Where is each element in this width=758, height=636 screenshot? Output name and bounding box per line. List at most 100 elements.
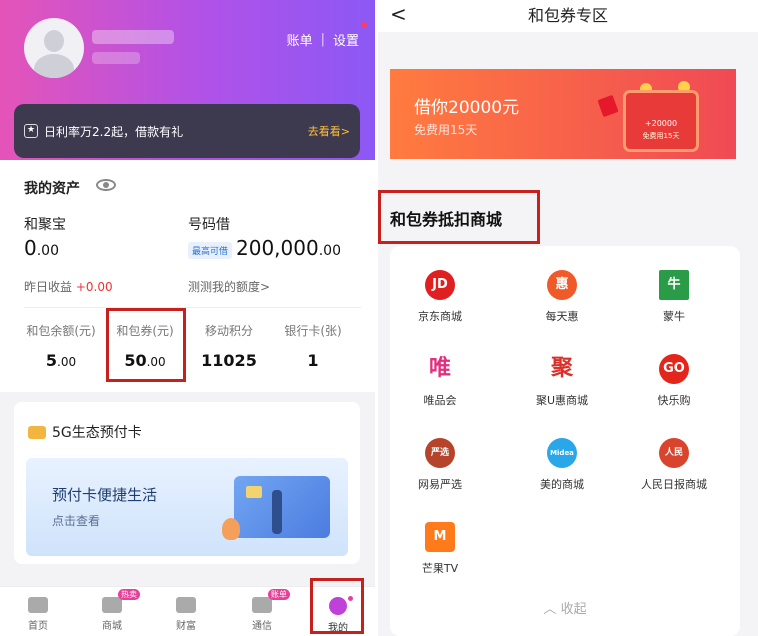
highlight-box — [106, 308, 186, 382]
mall-label: 网易严选 — [418, 478, 462, 491]
mall-label: 蒙牛 — [663, 310, 685, 323]
tab-label: 首页 — [28, 621, 48, 632]
assets-title: 我的资产 — [24, 181, 80, 197]
avatar[interactable] — [24, 18, 84, 78]
back-arrow-icon[interactable]: < — [390, 2, 407, 26]
mall-label: 唯品会 — [423, 394, 457, 407]
coupon-zone-screen: 和包券专区 < 借你20000元 免费用15天 +20000 免费用15天 和包… — [378, 0, 758, 636]
my-assets-card: 我的资产 和聚宝 0.00 昨日收益 +0.00 号码借 最高可借 200,00… — [0, 160, 375, 392]
kuailegou-icon: GO — [659, 354, 689, 384]
peoples-daily-icon: 人民 — [659, 438, 689, 468]
chevron-up-icon: ︿ — [543, 602, 557, 617]
mall-label: 人民日报商城 — [641, 478, 707, 491]
settings-link[interactable]: 设置 — [333, 30, 359, 49]
mall-label: 芒果TV — [421, 562, 459, 575]
tab-label: 财富 — [176, 621, 196, 632]
mall-item-peoples-daily[interactable]: 人民 人民日报商城 — [624, 438, 724, 492]
collapse-button[interactable]: ︿ 收起 — [390, 598, 740, 617]
prepaid-title: 5G生态预付卡 — [52, 425, 142, 441]
haomajie-value[interactable]: 200,000.00 — [236, 236, 341, 260]
tab-mall[interactable]: 热卖 商城 — [82, 587, 142, 632]
red-envelope-icon — [597, 94, 619, 118]
hejubao-label[interactable]: 和聚宝 — [24, 214, 66, 234]
nav-bar: 和包券专区 < — [378, 0, 758, 32]
prepaid-banner[interactable]: 预付卡便捷生活 点击查看 — [26, 458, 348, 556]
chest-amount: +20000 — [644, 119, 678, 128]
mengniu-icon: 牛 — [659, 270, 689, 300]
juuhui-icon: 聚 — [550, 356, 573, 381]
mall-item-jd[interactable]: JD 京东商城 — [390, 270, 490, 324]
mall-item-kuailegou[interactable]: GO 快乐购 — [624, 354, 724, 408]
blurred-username — [92, 30, 174, 44]
mall-grid: JD 京东商城 惠 每天惠 牛 蒙牛 唯 唯品会 聚 聚U惠商城 GO 快乐购 … — [390, 246, 740, 636]
shop-icon — [102, 597, 122, 613]
mall-item-juuhui[interactable]: 聚 聚U惠商城 — [512, 354, 612, 408]
stat-hebao-balance[interactable]: 和包余额(元) 5.00 — [18, 322, 104, 370]
highlight-box — [378, 190, 540, 244]
stat-bank-cards[interactable]: 银行卡(张) 1 — [270, 322, 356, 370]
eye-icon[interactable] — [96, 179, 116, 191]
banner-subtitle: 免费用15天 — [414, 123, 478, 137]
wallet-icon — [176, 597, 196, 613]
prepaid-banner-link[interactable]: 点击查看 — [52, 512, 100, 529]
mall-item-midea[interactable]: Midea 美的商城 — [512, 438, 612, 492]
page-title: 和包券专区 — [527, 6, 608, 25]
mall-item-mengniu[interactable]: 牛 蒙牛 — [624, 270, 724, 324]
header-links: 账单 | 设置 — [287, 30, 359, 49]
check-quota-link[interactable]: 测测我的额度> — [188, 278, 270, 295]
home-icon — [28, 597, 48, 613]
tab-telecom[interactable]: 账单 通信 — [232, 587, 292, 632]
mall-label: 每天惠 — [545, 310, 579, 323]
chest-subtitle: 免费用15天 — [642, 132, 680, 140]
signal-icon — [252, 597, 272, 613]
loan-promo-bar[interactable]: ★ 日利率万2.2起，借款有礼 去看看> — [14, 104, 360, 158]
vip-icon: 唯 — [428, 356, 451, 381]
bill-link[interactable]: 账单 — [287, 30, 313, 49]
mall-item-mgtv[interactable]: M 芒果TV — [390, 522, 490, 576]
mall-label: 京东商城 — [418, 310, 462, 323]
promo-link[interactable]: 去看看> — [308, 123, 350, 139]
mgtv-icon: M — [425, 522, 455, 552]
card-illustration — [234, 476, 330, 538]
stat-value: 11025 — [201, 351, 257, 370]
stat-value: 1 — [307, 351, 319, 370]
prepaid-banner-title: 预付卡便捷生活 — [52, 486, 158, 504]
tab-wealth[interactable]: 财富 — [156, 587, 216, 632]
jd-icon: JD — [425, 270, 455, 300]
plant-illustration — [222, 518, 240, 540]
mall-item-yanxuan[interactable]: 严选 网易严选 — [390, 438, 490, 492]
my-account-screen: 账单 | 设置 ★ 日利率万2.2起，借款有礼 去看看> 我的资产 和聚宝 0.… — [0, 0, 375, 636]
tab-label: 商城 — [102, 621, 122, 632]
banner-title: 借你20000元 — [414, 98, 520, 118]
hejubao-value[interactable]: 0.00 — [24, 236, 59, 260]
stat-label: 银行卡(张) — [284, 324, 342, 338]
max-loan-tag: 最高可借 — [188, 242, 233, 259]
treasure-chest-icon: +20000 免费用15天 — [626, 93, 696, 149]
stat-mobile-points[interactable]: 移动积分 11025 — [186, 322, 272, 370]
mall-label: 快乐购 — [657, 394, 691, 407]
person-illustration — [272, 490, 282, 534]
tab-home[interactable]: 首页 — [8, 587, 68, 632]
tab-badge: 账单 — [268, 589, 290, 600]
star-icon: ★ — [24, 124, 38, 138]
meitianhui-icon: 惠 — [547, 270, 577, 300]
mall-item-meitianhui[interactable]: 惠 每天惠 — [512, 270, 612, 324]
mall-label: 美的商城 — [540, 478, 584, 491]
haomajie-label[interactable]: 号码借 — [188, 214, 230, 234]
stat-value: 5.00 — [45, 351, 77, 370]
tab-label: 通信 — [252, 621, 272, 632]
loan-banner[interactable]: 借你20000元 免费用15天 +20000 免费用15天 — [390, 69, 736, 159]
highlight-box — [310, 578, 364, 634]
yanxuan-icon: 严选 — [425, 438, 455, 468]
divider — [24, 307, 361, 308]
notification-dot — [361, 22, 367, 28]
blurred-user-detail — [92, 52, 140, 64]
card-icon — [28, 426, 46, 439]
collapse-label: 收起 — [560, 602, 587, 617]
stat-label: 和包余额(元) — [26, 324, 96, 338]
mall-item-vip[interactable]: 唯 唯品会 — [390, 354, 490, 408]
yesterday-earnings: 昨日收益 +0.00 — [24, 280, 113, 294]
stat-label: 移动积分 — [204, 324, 253, 338]
prepaid-card-section: 5G生态预付卡 预付卡便捷生活 点击查看 — [14, 402, 360, 564]
mall-label: 聚U惠商城 — [535, 394, 589, 407]
